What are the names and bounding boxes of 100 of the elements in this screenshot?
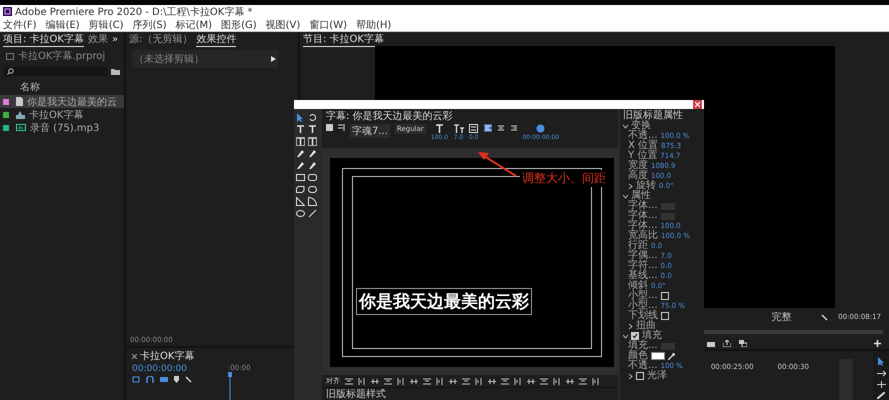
menu-item[interactable]: 图形(G) xyxy=(221,18,257,32)
font-size-icon[interactable] xyxy=(434,124,444,133)
expand-caret-icon[interactable] xyxy=(628,324,633,328)
align-icon[interactable] xyxy=(501,378,509,384)
vertical-area-text-icon[interactable] xyxy=(308,137,317,146)
menu-item[interactable]: 标记(M) xyxy=(176,18,212,32)
property-label: 小型... xyxy=(628,301,658,311)
ellipse-icon[interactable] xyxy=(296,209,305,218)
align-icon[interactable] xyxy=(475,378,483,384)
playhead-timecode[interactable]: 00:00:00:00 xyxy=(132,364,228,374)
marker-icon[interactable] xyxy=(174,376,179,383)
rotate-icon[interactable] xyxy=(308,113,317,122)
expand-caret-icon[interactable] xyxy=(623,194,628,198)
title-tab[interactable]: 字幕: 你是我天边最美的云彩 xyxy=(326,108,453,122)
kerning-icon[interactable] xyxy=(452,124,464,133)
panel-tab[interactable]: 效果 xyxy=(88,32,108,46)
close-button[interactable] xyxy=(693,100,702,109)
menu-item[interactable]: 序列(S) xyxy=(132,18,167,32)
expand-caret-icon[interactable] xyxy=(623,334,628,338)
align-icon[interactable] xyxy=(436,378,444,384)
menu-item[interactable]: 窗口(W) xyxy=(309,18,347,32)
arc-icon[interactable] xyxy=(308,197,317,206)
align-icon[interactable] xyxy=(449,378,457,384)
align-icon[interactable] xyxy=(540,378,548,384)
align-icon[interactable] xyxy=(592,378,600,384)
project-file-name: 卡拉OK字幕.prproj xyxy=(18,50,106,63)
align-right-icon[interactable] xyxy=(510,124,518,132)
align-center-icon[interactable] xyxy=(496,124,504,132)
plus-icon[interactable] xyxy=(874,340,881,347)
property-label: Y 位置 xyxy=(628,151,658,161)
eyedropper-icon[interactable] xyxy=(668,352,675,360)
menu-item[interactable]: 文件(F) xyxy=(3,18,37,32)
expand-caret-icon[interactable] xyxy=(628,184,633,188)
property-label: 填充... xyxy=(628,341,658,351)
align-icon[interactable] xyxy=(397,378,405,384)
column-header[interactable]: 名称 xyxy=(20,82,40,93)
export-icon[interactable] xyxy=(723,340,731,347)
project-item[interactable]: 卡拉OK字幕 xyxy=(0,108,124,121)
align-icon[interactable] xyxy=(488,378,496,384)
property-label: 不透... xyxy=(628,131,658,141)
align-left-icon[interactable] xyxy=(484,124,492,132)
new-bin-icon[interactable] xyxy=(111,68,120,75)
play-arrow-icon[interactable] xyxy=(271,56,276,62)
magnet-icon[interactable] xyxy=(146,376,154,383)
vertical-text-icon[interactable] xyxy=(308,125,317,134)
property-label: 不透... xyxy=(628,361,658,371)
align-icon[interactable] xyxy=(579,378,587,384)
property-label: 字体... xyxy=(628,221,658,231)
checkbox[interactable] xyxy=(631,332,639,340)
project-item[interactable]: 你是我天边最美的云 xyxy=(0,95,124,108)
pen-icon[interactable] xyxy=(308,149,317,158)
property-label: 旋转 xyxy=(636,181,656,191)
search-icon xyxy=(7,68,14,75)
align-icon[interactable] xyxy=(423,378,431,384)
property-label: 颜色 xyxy=(628,351,648,361)
search-field[interactable] xyxy=(4,67,107,76)
expand-caret-icon[interactable] xyxy=(623,124,628,128)
area-text-icon[interactable] xyxy=(296,137,305,146)
menu-item[interactable]: 剪辑(C) xyxy=(88,18,124,32)
sequence-tab[interactable]: 卡拉OK字幕 xyxy=(140,349,194,363)
align-icon[interactable] xyxy=(462,378,470,384)
property-label: 光泽 xyxy=(647,371,667,381)
property-label: 字体... xyxy=(628,211,658,221)
annotation-text: 调整大小、间距 xyxy=(520,170,608,187)
window-title: Adobe Premiere Pro 2020 - D:\工程\卡拉OK字幕 * xyxy=(15,6,252,18)
selection-arrow-icon[interactable] xyxy=(296,113,305,122)
leading-icon[interactable] xyxy=(469,124,478,133)
align-icon[interactable] xyxy=(553,378,561,384)
align-icon[interactable] xyxy=(514,378,522,384)
align-icon[interactable] xyxy=(358,378,366,384)
compare-icon[interactable] xyxy=(739,340,747,347)
overflow-button[interactable]: » xyxy=(112,34,118,44)
color-swatch[interactable] xyxy=(651,352,665,360)
text-tool-icon[interactable] xyxy=(296,125,305,134)
font-dropdown[interactable]: 字魂7... xyxy=(350,124,390,138)
close-icon[interactable] xyxy=(132,354,137,358)
property-label: 下划线 xyxy=(628,311,658,321)
align-icon[interactable] xyxy=(345,378,353,384)
zoom-dropdown[interactable]: 完整 xyxy=(771,310,792,324)
rectangle-icon[interactable] xyxy=(296,173,305,182)
rounded-rectangle-icon[interactable] xyxy=(308,173,317,182)
text-object[interactable]: 你是我天边最美的云彩 xyxy=(356,288,532,315)
expand-caret-icon[interactable] xyxy=(628,374,633,378)
align-icon[interactable] xyxy=(527,378,535,384)
panel-tab[interactable]: 源:（无剪辑） xyxy=(129,32,192,46)
align-icon[interactable] xyxy=(384,378,392,384)
line-icon[interactable] xyxy=(308,209,317,218)
align-icon[interactable] xyxy=(410,378,418,384)
property-label: 宽度 xyxy=(628,161,648,171)
wedge-icon[interactable] xyxy=(296,197,305,206)
panel-tab[interactable]: 项目: 卡拉OK字幕 xyxy=(3,32,84,46)
menu-item[interactable]: 帮助(H) xyxy=(356,18,392,32)
selection-arrow-icon[interactable] xyxy=(877,357,885,366)
menu-item[interactable]: 视图(V) xyxy=(266,18,300,32)
playhead-icon[interactable] xyxy=(228,372,232,400)
panel-tab[interactable]: 效果控件 xyxy=(196,32,236,46)
align-icon[interactable] xyxy=(566,378,574,384)
project-item[interactable]: 录音 (75).mp3 xyxy=(0,121,124,134)
align-icon[interactable] xyxy=(371,378,379,384)
menu-item[interactable]: 编辑(E) xyxy=(46,18,80,32)
